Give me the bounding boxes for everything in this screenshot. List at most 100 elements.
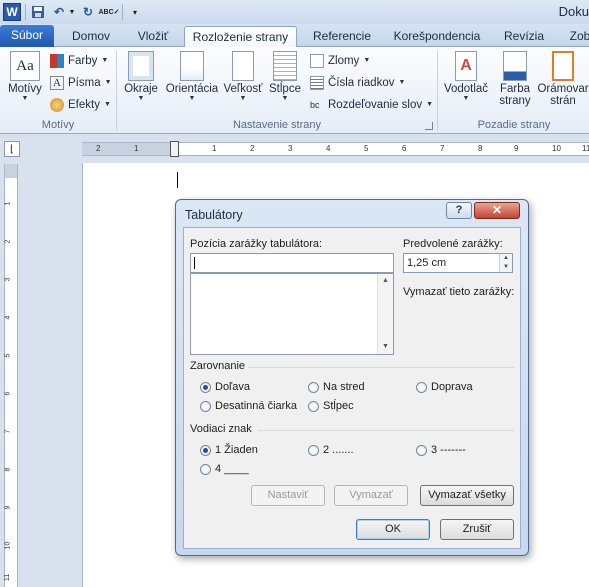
cancel-button[interactable]: Zrušiť (440, 519, 514, 540)
horizontal-ruler[interactable]: 2 1 1 2 3 4 5 6 7 8 9 10 11 (82, 141, 589, 157)
columns-icon (273, 51, 297, 81)
tab-selector-icon[interactable]: ⌊ (4, 141, 20, 157)
radio-dot (200, 400, 211, 412)
radio-label: 3 ------- (431, 444, 466, 456)
set-button[interactable]: Nastaviť (251, 485, 325, 506)
tab-file[interactable]: Súbor (0, 25, 54, 47)
tab-stops-list[interactable]: ▲ ▼ (190, 273, 394, 355)
effects-button[interactable]: Efekty ▼ (50, 95, 111, 114)
tab-insert[interactable]: Vložiť (124, 26, 182, 47)
page-borders-label-2: strán (550, 95, 576, 107)
default-stops-spinner[interactable]: 1,25 cm ▲ ▼ (403, 253, 513, 273)
undo-icon[interactable]: ↶ (50, 3, 68, 21)
radio-leader-dots[interactable]: 2 ....... (308, 443, 354, 457)
chevron-down-icon: ▼ (281, 95, 289, 102)
chevron-down-icon: ▼ (103, 101, 111, 108)
radio-align-left[interactable]: Doľava (200, 380, 250, 394)
breaks-button[interactable]: Zlomy ▼ (310, 51, 370, 70)
radio-dot (308, 444, 319, 456)
ruler-number: 6 (402, 144, 407, 153)
ok-button[interactable]: OK (356, 519, 430, 540)
help-button[interactable]: ? (446, 202, 472, 219)
tab-references[interactable]: Referencie (303, 26, 381, 47)
themes-icon: Aa (10, 51, 40, 81)
page-setup-launcher-icon[interactable] (425, 122, 433, 130)
default-stops-value: 1,25 cm (407, 257, 447, 269)
ruler-number: 7 (440, 144, 445, 153)
customize-qat-icon[interactable]: ▾ (126, 3, 144, 21)
vertical-ruler[interactable]: 1 2 3 4 5 6 7 8 9 10 11 (4, 164, 18, 587)
radio-label: Desatinná čiarka (215, 400, 297, 412)
radio-align-decimal[interactable]: Desatinná čiarka (200, 399, 297, 413)
tab-home[interactable]: Domov (62, 26, 120, 47)
save-icon[interactable] (29, 3, 47, 21)
clear-button[interactable]: Vymazať (334, 485, 408, 506)
chevron-down-icon: ▼ (426, 101, 434, 108)
tab-position-input[interactable] (190, 253, 394, 273)
ruler-number: 8 (4, 467, 12, 472)
radio-label: Doľava (215, 381, 251, 393)
ruler-number: 9 (4, 505, 12, 510)
ruler-number: 3 (4, 277, 12, 282)
spin-up-icon[interactable]: ▲ (500, 254, 512, 263)
radio-leader-none[interactable]: 1 Žiaden (200, 443, 258, 457)
size-label: Veľkosť (223, 83, 263, 95)
size-icon (232, 51, 254, 81)
ruler-number: 10 (4, 541, 12, 550)
radio-align-bar[interactable]: Stĺpec (308, 399, 354, 413)
page-setup-group-label: Nastavenie strany (232, 119, 322, 131)
columns-button[interactable]: Stĺpce ▼ (267, 51, 303, 103)
radio-leader-underline[interactable]: 4 ____ (200, 462, 249, 476)
scroll-down-icon[interactable]: ▼ (378, 340, 393, 354)
scrollbar[interactable]: ▲ ▼ (377, 274, 393, 354)
tab-review[interactable]: Revízia (495, 26, 553, 47)
spinner-arrows[interactable]: ▲ ▼ (499, 254, 512, 272)
page-color-label: Farba (499, 83, 531, 95)
hyphenation-button[interactable]: bc Rozdeľovanie slov ▼ (310, 95, 433, 114)
ruler-number: 1 (134, 144, 139, 153)
undo-dropdown-icon[interactable]: ▼ (68, 3, 76, 21)
margins-icon (128, 51, 154, 81)
tab-mailings[interactable]: Korešpondencia (387, 26, 487, 47)
ruler-number: 6 (4, 391, 12, 396)
colors-button[interactable]: Farby ▼ (50, 51, 108, 70)
orientation-label: Orientácia (165, 83, 219, 95)
ruler-number: 5 (364, 144, 369, 153)
radio-align-center[interactable]: Na stred (308, 380, 365, 394)
fonts-button[interactable]: A Písma ▼ (50, 73, 112, 92)
spin-down-icon[interactable]: ▼ (500, 263, 512, 272)
tab-view[interactable]: Zob (560, 26, 589, 47)
redo-icon[interactable]: ↻ (79, 3, 97, 21)
close-button[interactable]: ✕ (474, 202, 520, 219)
themes-button[interactable]: Aa Motívy ▼ (4, 51, 46, 103)
fonts-icon: A (50, 75, 64, 90)
ruler-number: 10 (552, 144, 561, 153)
page-borders-button[interactable]: Orámovar strán (537, 51, 589, 107)
ribbon: Aa Motívy ▼ Farby ▼ A Písma ▼ Efekty ▼ Motí… (0, 47, 589, 134)
orientation-button[interactable]: Orientácia ▼ (164, 51, 220, 103)
margins-button[interactable]: Okraje ▼ (120, 51, 162, 103)
radio-leader-dashes[interactable]: 3 ------- (416, 443, 466, 457)
ruler-number: 8 (478, 144, 483, 153)
spelling-icon[interactable]: ABC✓ (98, 3, 119, 21)
clear-all-button[interactable]: Vymazať všetky (420, 485, 514, 506)
size-button[interactable]: Veľkosť ▼ (222, 51, 264, 103)
ruler-number: 4 (326, 144, 331, 153)
watermark-button[interactable]: A Vodotlač ▼ (441, 51, 491, 103)
radio-align-right[interactable]: Doprava (416, 380, 473, 394)
line-numbers-button[interactable]: Čísla riadkov ▼ (310, 73, 405, 92)
group-divider (248, 367, 514, 368)
window-title: Doku (558, 4, 589, 19)
breaks-icon (310, 53, 324, 68)
page-color-button[interactable]: Farba strany (494, 51, 536, 107)
word-logo-icon[interactable]: W (3, 3, 21, 21)
radio-label: Doprava (431, 381, 473, 393)
paint-bucket-icon (503, 51, 527, 81)
orientation-icon (180, 51, 204, 81)
scroll-up-icon[interactable]: ▲ (378, 274, 393, 288)
chevron-down-icon: ▼ (239, 95, 247, 102)
page-color-label-2: strany (499, 95, 531, 107)
indent-marker-icon[interactable] (170, 141, 179, 157)
group-separator (116, 51, 117, 131)
tab-page-layout[interactable]: Rozloženie strany (184, 26, 297, 48)
